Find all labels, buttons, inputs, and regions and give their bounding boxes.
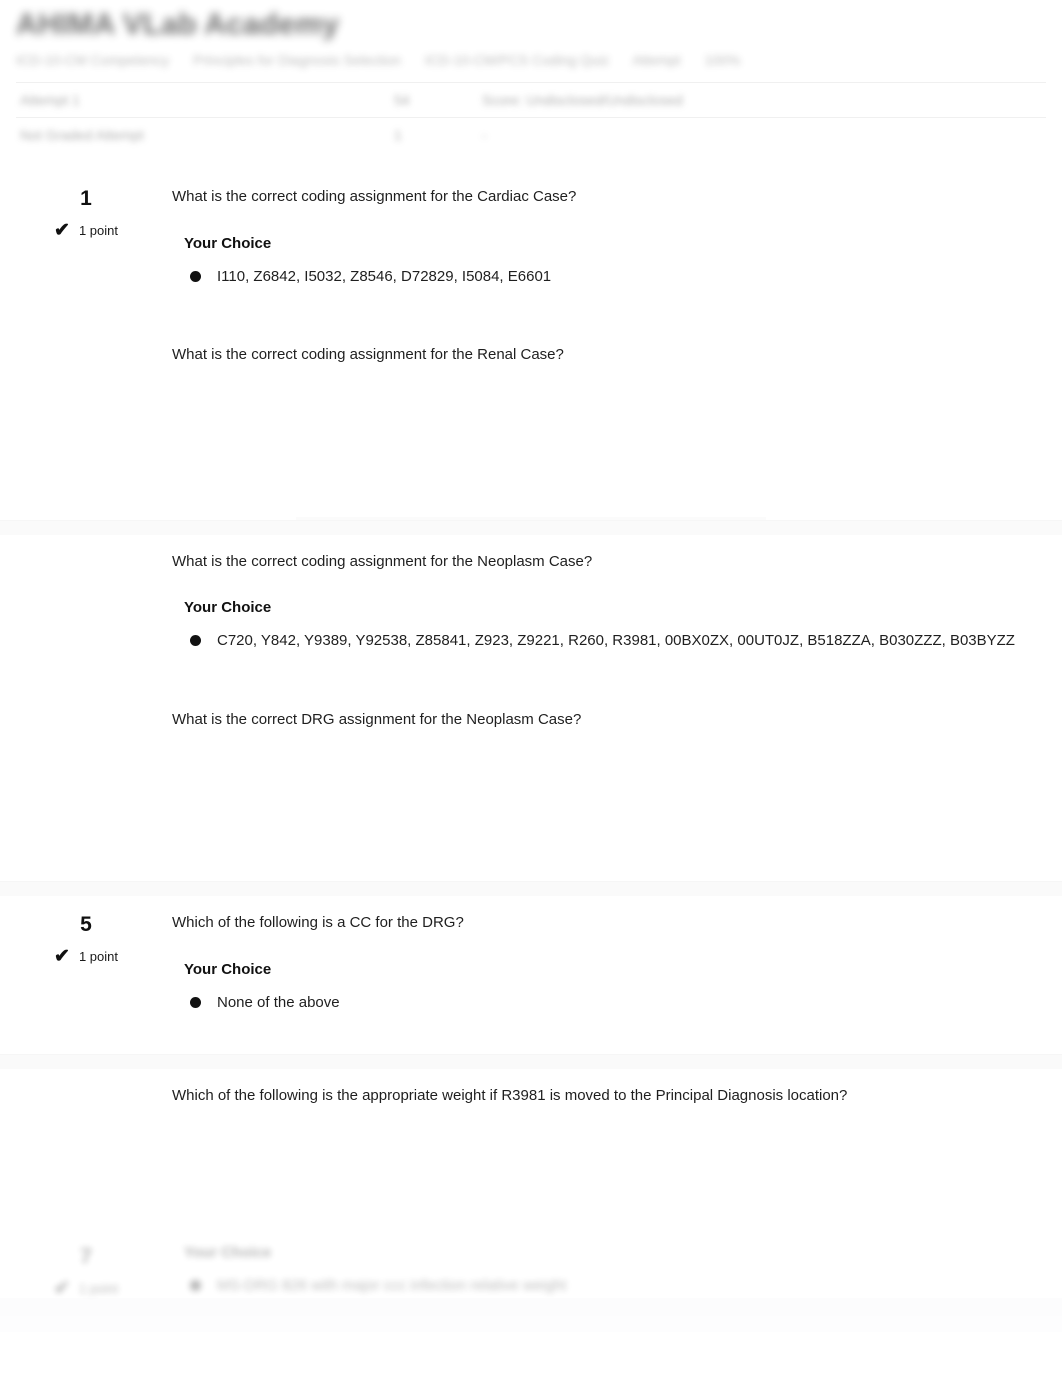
your-choice-label: Your Choice [184,1243,272,1261]
question-block-7-faded: 7 ✔ 1 point Your Choice MS-DRG 826 with … [0,1228,1062,1298]
checkmark-icon: ✔ [54,220,70,241]
choice-text: C720, Y842, Y9389, Y92538, Z85841, Z923,… [217,632,1015,649]
breadcrumb[interactable]: ICD-10-CM Competency Principles for Diag… [16,52,1046,68]
question-number: 1 [80,187,92,210]
attempt-value3-1: - [478,117,1046,152]
group-separator-band [0,1054,1062,1069]
question-points: 1 point [78,1280,118,1296]
attempt-value2-1: 1 [390,117,478,152]
attempt-summary-table: Attempt 1 54 Score: Undisclosed/Undisclo… [16,82,1046,152]
question-number: 5 [80,913,92,936]
question-points: 1 point [78,223,118,238]
your-choice-block: Your Choice MS-DRG 826 with major ccc in… [172,1244,1032,1298]
quiz-results-page: AHIMA VLab Academy ICD-10-CM Competency … [0,0,1062,1377]
site-title: AHIMA VLab Academy [16,8,340,41]
attempt-value3-0: Score: Undisclosed/Undisclosed [478,82,1046,118]
question-gutter-4 [0,693,172,723]
your-choice-label: Your Choice [184,599,272,616]
choice-row[interactable]: I110, Z6842, I5032, Z8546, D72829, I5084… [184,266,1032,289]
question-gutter-6 [0,1069,172,1099]
attempt-label-0: Attempt 1 [16,82,390,118]
group-separator-band [0,881,1062,896]
your-choice-block: Your Choice C720, Y842, Y9389, Y92538, Z… [172,599,1032,653]
page-header: AHIMA VLab Academy ICD-10-CM Competency … [0,0,1062,152]
choice-text: None of the above [217,993,340,1011]
choice-row[interactable]: None of the above [184,992,1032,1015]
question-block-6: Which of the following is the appropriat… [0,1069,1062,1228]
breadcrumb-item-0[interactable]: ICD-10-CM Competency [16,52,169,68]
question-gutter-2 [0,328,172,358]
question-text: What is the correct coding assignment fo… [172,552,593,570]
choice-row[interactable]: MS-DRG 826 with major ccc infection rela… [184,1275,1032,1298]
question-block-2: What is the correct coding assignment fo… [0,328,1062,520]
choice-row[interactable]: C720, Y842, Y9389, Y92538, Z85841, Z923,… [184,630,1032,653]
question-block-5: 5 ✔ 1 point Which of the following is a … [0,896,1062,1054]
quiz-question-list: 1 ✔ 1 point What is the correct coding a… [0,170,1062,1332]
divider [296,516,766,520]
breadcrumb-item-2[interactable]: ICD-10-CM/PCS Coding Quiz [425,52,609,68]
table-row: Attempt 1 54 Score: Undisclosed/Undisclo… [16,82,1046,118]
your-choice-block: Your Choice I110, Z6842, I5032, Z8546, D… [172,235,1032,289]
choice-text: MS-DRG 826 with major ccc infection rela… [217,1276,567,1294]
question-points: 1 point [78,949,118,964]
your-choice-block: Your Choice None of the above [172,961,1032,1015]
checkmark-icon: ✔ [54,946,70,967]
radio-selected-icon [190,996,201,1008]
question-text: Which of the following is a CC for the D… [172,914,464,931]
table-row: Not Graded Attempt 1 - [16,117,1046,152]
question-gutter-3 [0,535,172,565]
question-text: What is the correct coding assignment fo… [172,346,564,363]
breadcrumb-item-4[interactable]: 100% [704,52,740,68]
question-gutter-7: 7 ✔ 1 point [0,1228,172,1298]
question-text: Which of the following is the appropriat… [172,1087,848,1104]
your-choice-label: Your Choice [184,960,272,978]
question-block-4: What is the correct DRG assignment for t… [0,693,1062,882]
question-number: 7 [80,1244,92,1268]
breadcrumb-item-3[interactable]: Attempt [632,52,680,68]
group-separator-band [0,1315,1062,1332]
question-text: What is the correct coding assignment fo… [172,188,577,205]
question-block-1: 1 ✔ 1 point What is the correct coding a… [0,170,1062,328]
radio-selected-icon [190,1279,201,1291]
group-separator-band [0,519,1062,535]
question-gutter-1: 1 ✔ 1 point [0,170,172,240]
question-text: What is the correct DRG assignment for t… [172,710,582,728]
breadcrumb-item-1[interactable]: Principles for Diagnosis Selection [193,52,401,68]
question-block-3: What is the correct coding assignment fo… [0,535,1062,693]
checkmark-icon: ✔ [54,1277,70,1299]
question-gutter-5: 5 ✔ 1 point [0,896,172,966]
radio-selected-icon [190,635,201,646]
your-choice-label: Your Choice [184,234,272,252]
group-separator-band [0,1297,1062,1316]
attempt-label-1: Not Graded Attempt [16,117,390,152]
attempt-value2-0: 54 [390,82,478,118]
radio-selected-icon [190,270,201,282]
choice-text: I110, Z6842, I5032, Z8546, D72829, I5084… [217,267,552,285]
